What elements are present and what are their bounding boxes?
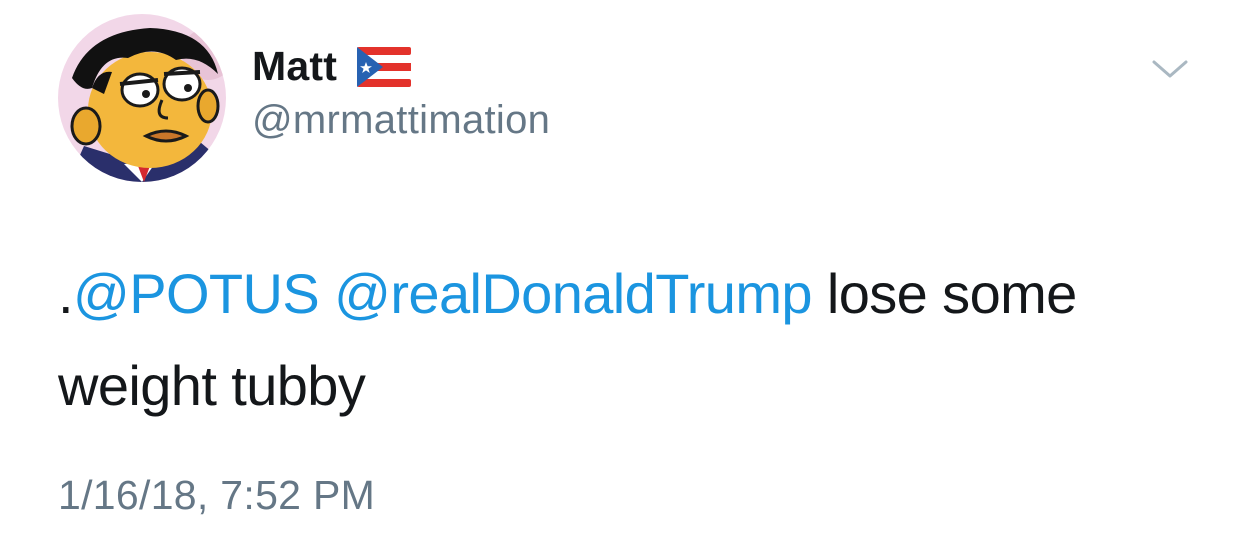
- puerto-rico-flag-icon: [357, 47, 412, 87]
- author-name-row[interactable]: Matt: [252, 40, 412, 92]
- tweet-text: .@POTUS @realDonaldTrump lose some weigh…: [58, 248, 1178, 432]
- author-display-name[interactable]: Matt: [252, 43, 337, 90]
- author-handle[interactable]: @mrmattimation: [252, 98, 550, 143]
- chevron-down-icon[interactable]: [1150, 56, 1190, 82]
- cartoon-avatar-icon: [58, 14, 226, 182]
- tweet-text-prefix: .: [58, 262, 74, 325]
- mention-realdonaldtrump-link[interactable]: @realDonaldTrump: [334, 262, 812, 325]
- author-avatar[interactable]: [58, 14, 226, 182]
- tweet-text-separator: [319, 262, 334, 325]
- tweet-timestamp[interactable]: 1/16/18, 7:52 PM: [58, 472, 375, 519]
- mention-potus-link[interactable]: @POTUS: [73, 262, 320, 325]
